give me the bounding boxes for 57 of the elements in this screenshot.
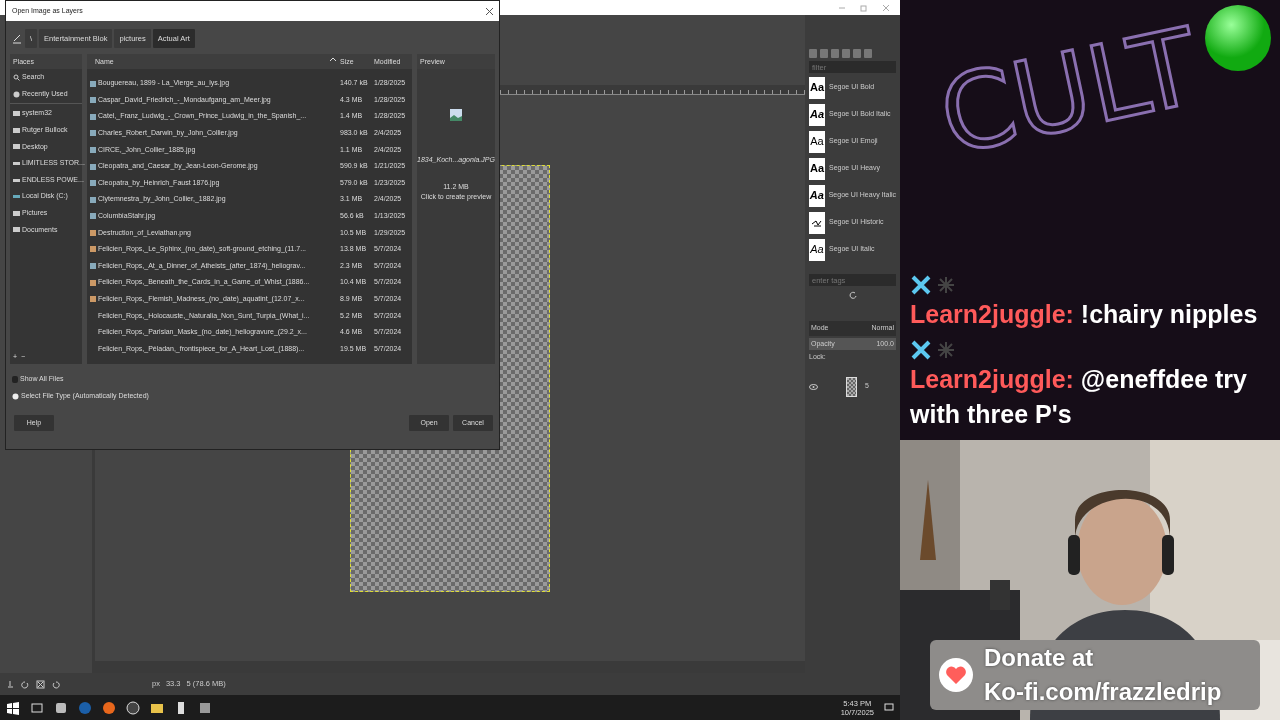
cross-icon xyxy=(910,339,932,361)
image-file-icon xyxy=(90,296,96,303)
image-file-icon xyxy=(90,163,96,170)
font-sample: Aa xyxy=(809,76,825,99)
orb-icon xyxy=(1204,4,1272,72)
search-icon xyxy=(13,74,20,82)
close-icon[interactable] xyxy=(486,7,493,15)
windows-icon[interactable] xyxy=(6,700,20,715)
drive-icon xyxy=(13,176,20,184)
font-sample: Aa xyxy=(809,157,825,180)
chat-message: Learn2juggle: @eneffdee try with three P's xyxy=(910,364,1248,430)
image-file-icon xyxy=(90,113,96,120)
eye-icon[interactable] xyxy=(809,383,818,390)
undo-icon[interactable] xyxy=(21,679,30,689)
image-file-icon xyxy=(90,196,96,203)
image-file-icon xyxy=(90,130,96,137)
gimp-icon[interactable] xyxy=(198,700,212,715)
image-file-icon xyxy=(90,146,96,153)
folder-icon xyxy=(13,226,20,234)
folder-icon xyxy=(13,143,20,151)
badge-icon xyxy=(936,340,956,360)
notification-icon[interactable] xyxy=(884,702,894,713)
font-sample: Aa xyxy=(809,103,825,126)
font-sample: Aa xyxy=(809,184,825,207)
image-file-icon xyxy=(90,279,96,286)
font-sample: Aa xyxy=(809,238,825,261)
clear-icon[interactable] xyxy=(36,679,45,689)
badge-icon xyxy=(936,275,956,295)
expand-icon[interactable] xyxy=(12,392,19,400)
layer-thumbnail[interactable] xyxy=(846,376,857,397)
image-file-icon xyxy=(90,263,96,270)
folder-icon xyxy=(13,209,20,217)
image-file-icon xyxy=(90,229,96,236)
image-file-icon xyxy=(450,109,462,122)
edit-path-icon[interactable] xyxy=(11,32,23,45)
image-file-icon xyxy=(90,180,96,187)
image-file-icon xyxy=(90,80,96,87)
image-file-icon xyxy=(90,246,96,253)
script-glyph-icon xyxy=(809,211,825,234)
task-view-icon[interactable] xyxy=(30,700,44,715)
drive-icon xyxy=(13,193,20,201)
drive-icon xyxy=(13,160,20,167)
cross-icon xyxy=(910,274,932,296)
checkbox[interactable] xyxy=(12,376,18,383)
image-file-icon xyxy=(90,213,96,220)
clock-icon xyxy=(13,90,20,98)
logo-text: CULT xyxy=(931,14,1207,171)
donate-text: Donate at xyxy=(984,643,1095,674)
image-file-icon xyxy=(90,97,96,104)
font-sample: Aa xyxy=(809,130,825,153)
chat-message: Learn2juggle: !chairy nipples xyxy=(910,299,1259,330)
app-icon[interactable] xyxy=(126,700,140,715)
browser-icon[interactable] xyxy=(102,700,116,715)
anchor-icon[interactable] xyxy=(6,679,15,689)
app-icon[interactable] xyxy=(54,700,68,715)
reset-icon[interactable] xyxy=(51,679,60,689)
refresh-icon[interactable] xyxy=(848,291,857,299)
